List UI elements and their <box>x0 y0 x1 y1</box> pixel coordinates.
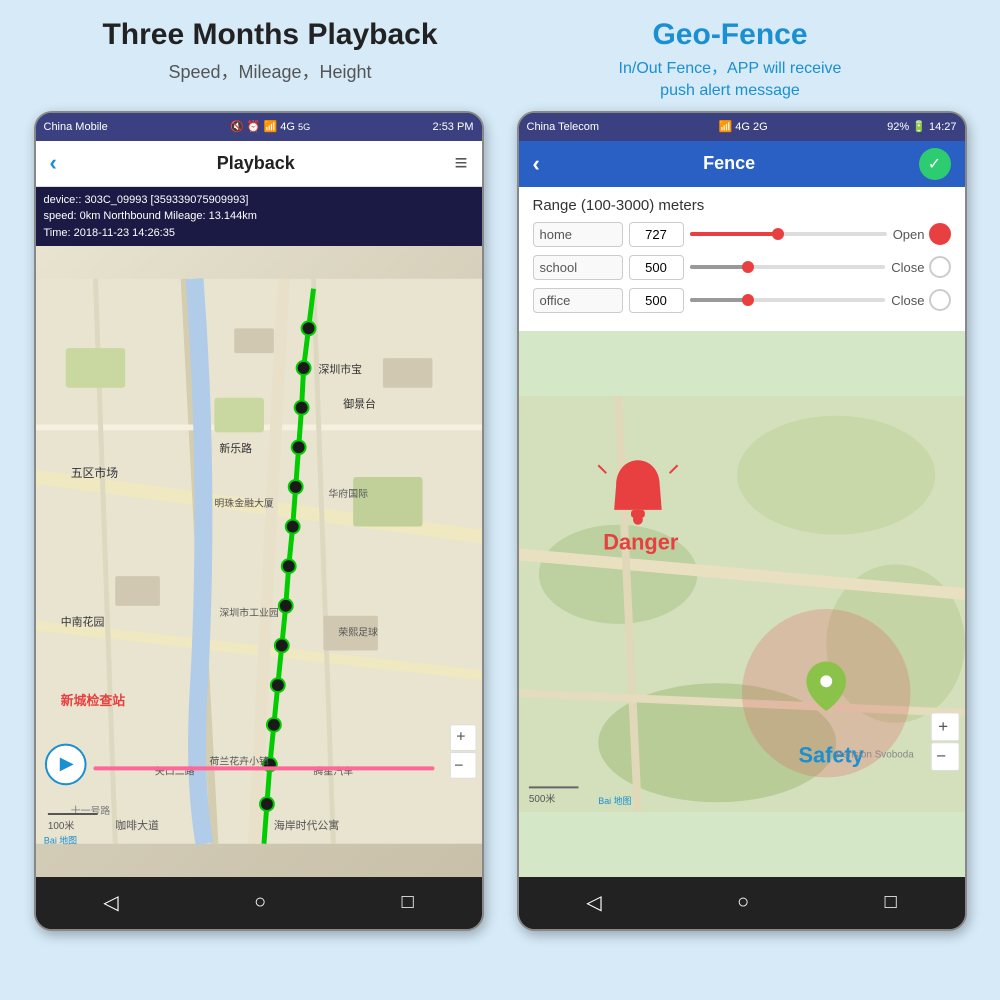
right-nav-recent-btn[interactable]: □ <box>885 891 897 914</box>
fence-name-school[interactable] <box>533 255 623 280</box>
left-nav-back-btn[interactable]: ◁ <box>103 890 118 915</box>
svg-text:+: + <box>938 717 948 736</box>
left-info-bar: device:: 303C_09993 [359339075909993] sp… <box>36 187 482 247</box>
right-carrier: China Telecom <box>527 121 600 133</box>
left-map-area: 五区市场 新乐路 御景台 深圳市宝 明珠金融大厦 华府国际 中南花园 深圳市工业… <box>36 246 482 877</box>
fence-slider-home[interactable] <box>690 232 887 236</box>
fence-slider-office[interactable] <box>690 298 886 302</box>
left-nav-bar: ‹ Playback ≡ <box>36 141 482 187</box>
fence-row-school: Close <box>533 255 951 280</box>
svg-text:深圳市工业园: 深圳市工业园 <box>219 606 279 619</box>
svg-text:500米: 500米 <box>528 792 555 805</box>
svg-text:十一号路: 十一号路 <box>70 804 110 817</box>
fence-value-office[interactable] <box>629 288 684 313</box>
right-section-title: Geo-Fence <box>500 18 960 52</box>
fence-value-school[interactable] <box>629 255 684 280</box>
svg-text:Bai 地图: Bai 地图 <box>598 795 631 806</box>
fence-toggle-circle-school[interactable] <box>929 256 951 278</box>
right-nav-back-btn[interactable]: ◁ <box>586 890 601 915</box>
left-time: 2:53 PM <box>433 121 474 133</box>
fence-slider-school[interactable] <box>690 265 886 269</box>
left-section-subtitle: Speed，Mileage，Height <box>40 58 500 84</box>
fence-toggle-circle-home[interactable] <box>929 223 951 245</box>
fence-range-title: Range (100-3000) meters <box>533 197 951 214</box>
right-check-button[interactable]: ✓ <box>919 148 951 180</box>
right-nav-bar: ‹ Fence ✓ <box>519 141 965 187</box>
svg-text:腾星汽车: 腾星汽车 <box>313 765 353 778</box>
right-section-desc: In/Out Fence，APP will receive push alert… <box>500 58 960 103</box>
svg-text:五区市场: 五区市场 <box>70 466 118 480</box>
svg-text:100米: 100米 <box>47 819 74 832</box>
left-nav-recent-btn[interactable]: □ <box>402 891 414 914</box>
fence-name-home[interactable] <box>533 222 623 247</box>
svg-text:−: − <box>936 746 946 765</box>
fence-toggle-circle-office[interactable] <box>929 289 951 311</box>
left-nav-home-btn[interactable]: ○ <box>254 891 266 914</box>
fence-row-office: Close <box>533 288 951 313</box>
svg-text:矢口二路: 矢口二路 <box>154 765 194 778</box>
right-map-area: Danger Safety 500米 Bai 地图 Pension Svobod… <box>519 331 965 877</box>
svg-text:新乐路: 新乐路 <box>219 442 252 456</box>
left-phone: China Mobile 🔇 ⏰ 📶 4G 5G 2:53 PM ‹ Playb… <box>34 111 484 931</box>
right-nav-home-btn[interactable]: ○ <box>737 891 749 914</box>
left-bottom-nav: ◁ ○ □ <box>36 877 482 929</box>
svg-text:华府国际: 华府国际 <box>328 487 368 500</box>
svg-text:Pension Svoboda: Pension Svoboda <box>836 749 914 760</box>
fence-value-home[interactable] <box>629 222 684 247</box>
fence-row-home: Open <box>533 222 951 247</box>
fence-name-office[interactable] <box>533 288 623 313</box>
fence-panel: Range (100-3000) meters Open <box>519 187 965 331</box>
fence-toggle-label-office: Close <box>891 293 924 308</box>
svg-text:荣熙足球: 荣熙足球 <box>338 626 378 639</box>
fence-toggle-home[interactable]: Open <box>893 223 951 245</box>
left-status-bar: China Mobile 🔇 ⏰ 📶 4G 5G 2:53 PM <box>36 113 482 141</box>
right-battery: 92% 🔋 14:27 <box>887 120 956 133</box>
svg-text:新城检查站: 新城检查站 <box>60 693 125 708</box>
fence-toggle-office[interactable]: Close <box>891 289 950 311</box>
svg-text:−: − <box>454 758 463 775</box>
svg-text:海岸时代公寓: 海岸时代公寓 <box>273 818 338 832</box>
left-menu-button[interactable]: ≡ <box>455 150 468 176</box>
left-nav-title: Playback <box>217 153 295 174</box>
svg-text:御景台: 御景台 <box>343 397 376 411</box>
left-status-icons: 🔇 ⏰ 📶 4G 5G <box>230 120 310 133</box>
fence-toggle-label-home: Open <box>893 227 925 242</box>
svg-text:+: + <box>456 729 465 746</box>
svg-text:咖啡大道: 咖啡大道 <box>115 818 159 832</box>
svg-text:深圳市宝: 深圳市宝 <box>318 362 362 376</box>
svg-text:明珠金融大厦: 明珠金融大厦 <box>214 497 274 510</box>
fence-toggle-label-school: Close <box>891 260 924 275</box>
svg-text:中南花园: 中南花园 <box>60 616 104 629</box>
right-status-bar: China Telecom 📶 4G 2G 92% 🔋 14:27 <box>519 113 965 141</box>
right-phone: China Telecom 📶 4G 2G 92% 🔋 14:27 ‹ Fenc… <box>517 111 967 931</box>
right-back-button[interactable]: ‹ <box>533 151 540 177</box>
svg-text:Bai 地图: Bai 地图 <box>43 835 76 846</box>
fence-toggle-school[interactable]: Close <box>891 256 950 278</box>
left-carrier: China Mobile <box>44 121 108 133</box>
svg-text:Danger: Danger <box>603 529 679 554</box>
right-bottom-nav: ◁ ○ □ <box>519 877 965 929</box>
right-nav-title: Fence <box>550 153 909 174</box>
left-back-button[interactable]: ‹ <box>50 150 57 176</box>
right-status-icons: 📶 4G 2G <box>719 120 768 133</box>
left-section-title: Three Months Playback <box>40 18 500 52</box>
svg-text:荷兰花卉小镇: 荷兰花卉小镇 <box>209 755 269 768</box>
